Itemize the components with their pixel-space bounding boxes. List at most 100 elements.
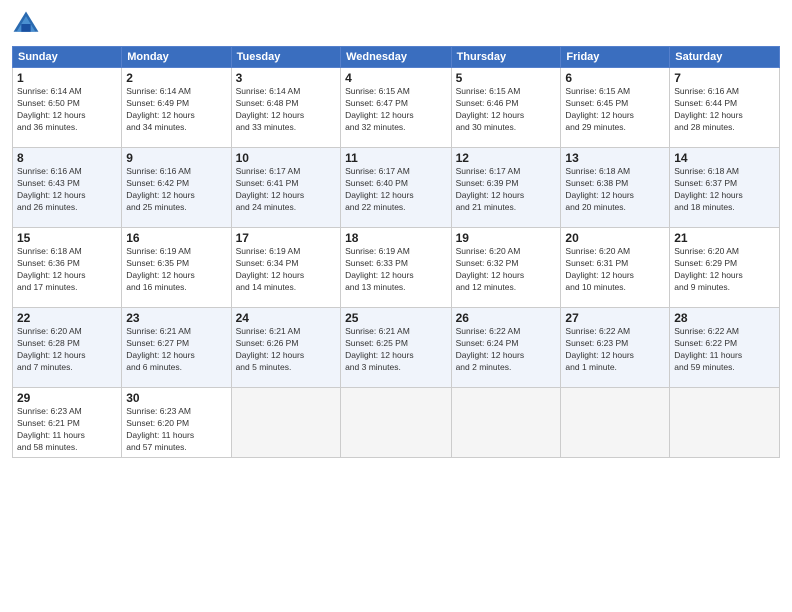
calendar-header-row: SundayMondayTuesdayWednesdayThursdayFrid… [13, 47, 780, 68]
calendar-cell [231, 388, 340, 458]
day-info: Sunrise: 6:17 AM Sunset: 6:41 PM Dayligh… [236, 166, 336, 214]
day-info: Sunrise: 6:19 AM Sunset: 6:33 PM Dayligh… [345, 246, 447, 294]
day-number: 30 [126, 391, 226, 405]
day-info: Sunrise: 6:15 AM Sunset: 6:45 PM Dayligh… [565, 86, 665, 134]
day-number: 14 [674, 151, 775, 165]
calendar-cell: 15Sunrise: 6:18 AM Sunset: 6:36 PM Dayli… [13, 228, 122, 308]
day-info: Sunrise: 6:21 AM Sunset: 6:26 PM Dayligh… [236, 326, 336, 374]
day-number: 19 [456, 231, 557, 245]
logo-icon [12, 10, 40, 38]
day-number: 29 [17, 391, 117, 405]
day-info: Sunrise: 6:20 AM Sunset: 6:29 PM Dayligh… [674, 246, 775, 294]
day-info: Sunrise: 6:22 AM Sunset: 6:24 PM Dayligh… [456, 326, 557, 374]
calendar-week-row: 22Sunrise: 6:20 AM Sunset: 6:28 PM Dayli… [13, 308, 780, 388]
day-number: 5 [456, 71, 557, 85]
day-number: 7 [674, 71, 775, 85]
day-info: Sunrise: 6:14 AM Sunset: 6:49 PM Dayligh… [126, 86, 226, 134]
day-info: Sunrise: 6:14 AM Sunset: 6:50 PM Dayligh… [17, 86, 117, 134]
weekday-header: Friday [561, 47, 670, 68]
day-info: Sunrise: 6:15 AM Sunset: 6:47 PM Dayligh… [345, 86, 447, 134]
calendar-cell [341, 388, 452, 458]
calendar-cell: 10Sunrise: 6:17 AM Sunset: 6:41 PM Dayli… [231, 148, 340, 228]
calendar-cell: 9Sunrise: 6:16 AM Sunset: 6:42 PM Daylig… [122, 148, 231, 228]
calendar-week-row: 8Sunrise: 6:16 AM Sunset: 6:43 PM Daylig… [13, 148, 780, 228]
day-info: Sunrise: 6:16 AM Sunset: 6:42 PM Dayligh… [126, 166, 226, 214]
day-number: 25 [345, 311, 447, 325]
calendar-cell: 19Sunrise: 6:20 AM Sunset: 6:32 PM Dayli… [451, 228, 561, 308]
calendar-cell: 17Sunrise: 6:19 AM Sunset: 6:34 PM Dayli… [231, 228, 340, 308]
day-number: 24 [236, 311, 336, 325]
day-info: Sunrise: 6:23 AM Sunset: 6:21 PM Dayligh… [17, 406, 117, 454]
calendar-week-row: 1Sunrise: 6:14 AM Sunset: 6:50 PM Daylig… [13, 68, 780, 148]
logo [12, 10, 42, 38]
day-info: Sunrise: 6:16 AM Sunset: 6:44 PM Dayligh… [674, 86, 775, 134]
day-info: Sunrise: 6:17 AM Sunset: 6:39 PM Dayligh… [456, 166, 557, 214]
day-info: Sunrise: 6:22 AM Sunset: 6:22 PM Dayligh… [674, 326, 775, 374]
calendar-cell: 7Sunrise: 6:16 AM Sunset: 6:44 PM Daylig… [670, 68, 780, 148]
day-number: 17 [236, 231, 336, 245]
day-info: Sunrise: 6:20 AM Sunset: 6:31 PM Dayligh… [565, 246, 665, 294]
calendar-cell: 8Sunrise: 6:16 AM Sunset: 6:43 PM Daylig… [13, 148, 122, 228]
day-info: Sunrise: 6:18 AM Sunset: 6:38 PM Dayligh… [565, 166, 665, 214]
day-info: Sunrise: 6:18 AM Sunset: 6:36 PM Dayligh… [17, 246, 117, 294]
calendar-cell [561, 388, 670, 458]
calendar-cell: 27Sunrise: 6:22 AM Sunset: 6:23 PM Dayli… [561, 308, 670, 388]
calendar-cell: 6Sunrise: 6:15 AM Sunset: 6:45 PM Daylig… [561, 68, 670, 148]
calendar-week-row: 15Sunrise: 6:18 AM Sunset: 6:36 PM Dayli… [13, 228, 780, 308]
weekday-header: Monday [122, 47, 231, 68]
day-number: 13 [565, 151, 665, 165]
day-number: 12 [456, 151, 557, 165]
calendar-cell: 26Sunrise: 6:22 AM Sunset: 6:24 PM Dayli… [451, 308, 561, 388]
day-info: Sunrise: 6:15 AM Sunset: 6:46 PM Dayligh… [456, 86, 557, 134]
weekday-header: Sunday [13, 47, 122, 68]
calendar-cell [451, 388, 561, 458]
day-number: 3 [236, 71, 336, 85]
day-info: Sunrise: 6:20 AM Sunset: 6:32 PM Dayligh… [456, 246, 557, 294]
day-number: 26 [456, 311, 557, 325]
day-info: Sunrise: 6:20 AM Sunset: 6:28 PM Dayligh… [17, 326, 117, 374]
day-number: 10 [236, 151, 336, 165]
weekday-header: Wednesday [341, 47, 452, 68]
day-info: Sunrise: 6:17 AM Sunset: 6:40 PM Dayligh… [345, 166, 447, 214]
calendar-cell: 18Sunrise: 6:19 AM Sunset: 6:33 PM Dayli… [341, 228, 452, 308]
calendar-cell: 23Sunrise: 6:21 AM Sunset: 6:27 PM Dayli… [122, 308, 231, 388]
day-number: 11 [345, 151, 447, 165]
calendar-table: SundayMondayTuesdayWednesdayThursdayFrid… [12, 46, 780, 458]
calendar-cell: 16Sunrise: 6:19 AM Sunset: 6:35 PM Dayli… [122, 228, 231, 308]
weekday-header: Saturday [670, 47, 780, 68]
calendar-cell: 20Sunrise: 6:20 AM Sunset: 6:31 PM Dayli… [561, 228, 670, 308]
calendar-week-row: 29Sunrise: 6:23 AM Sunset: 6:21 PM Dayli… [13, 388, 780, 458]
calendar-cell: 11Sunrise: 6:17 AM Sunset: 6:40 PM Dayli… [341, 148, 452, 228]
page-container: SundayMondayTuesdayWednesdayThursdayFrid… [0, 0, 792, 612]
calendar-cell: 4Sunrise: 6:15 AM Sunset: 6:47 PM Daylig… [341, 68, 452, 148]
calendar-cell: 24Sunrise: 6:21 AM Sunset: 6:26 PM Dayli… [231, 308, 340, 388]
calendar-cell: 21Sunrise: 6:20 AM Sunset: 6:29 PM Dayli… [670, 228, 780, 308]
day-number: 28 [674, 311, 775, 325]
day-number: 8 [17, 151, 117, 165]
day-info: Sunrise: 6:18 AM Sunset: 6:37 PM Dayligh… [674, 166, 775, 214]
day-info: Sunrise: 6:21 AM Sunset: 6:25 PM Dayligh… [345, 326, 447, 374]
day-info: Sunrise: 6:23 AM Sunset: 6:20 PM Dayligh… [126, 406, 226, 454]
day-number: 15 [17, 231, 117, 245]
calendar-cell: 22Sunrise: 6:20 AM Sunset: 6:28 PM Dayli… [13, 308, 122, 388]
day-number: 6 [565, 71, 665, 85]
calendar-cell: 3Sunrise: 6:14 AM Sunset: 6:48 PM Daylig… [231, 68, 340, 148]
day-number: 18 [345, 231, 447, 245]
calendar-cell: 14Sunrise: 6:18 AM Sunset: 6:37 PM Dayli… [670, 148, 780, 228]
day-info: Sunrise: 6:14 AM Sunset: 6:48 PM Dayligh… [236, 86, 336, 134]
calendar-cell: 1Sunrise: 6:14 AM Sunset: 6:50 PM Daylig… [13, 68, 122, 148]
day-info: Sunrise: 6:19 AM Sunset: 6:34 PM Dayligh… [236, 246, 336, 294]
day-number: 2 [126, 71, 226, 85]
day-number: 23 [126, 311, 226, 325]
calendar-cell: 25Sunrise: 6:21 AM Sunset: 6:25 PM Dayli… [341, 308, 452, 388]
calendar-cell: 12Sunrise: 6:17 AM Sunset: 6:39 PM Dayli… [451, 148, 561, 228]
calendar-cell [670, 388, 780, 458]
calendar-cell: 30Sunrise: 6:23 AM Sunset: 6:20 PM Dayli… [122, 388, 231, 458]
day-number: 4 [345, 71, 447, 85]
day-number: 16 [126, 231, 226, 245]
day-number: 20 [565, 231, 665, 245]
day-info: Sunrise: 6:21 AM Sunset: 6:27 PM Dayligh… [126, 326, 226, 374]
calendar-cell: 28Sunrise: 6:22 AM Sunset: 6:22 PM Dayli… [670, 308, 780, 388]
calendar-cell: 5Sunrise: 6:15 AM Sunset: 6:46 PM Daylig… [451, 68, 561, 148]
weekday-header: Thursday [451, 47, 561, 68]
